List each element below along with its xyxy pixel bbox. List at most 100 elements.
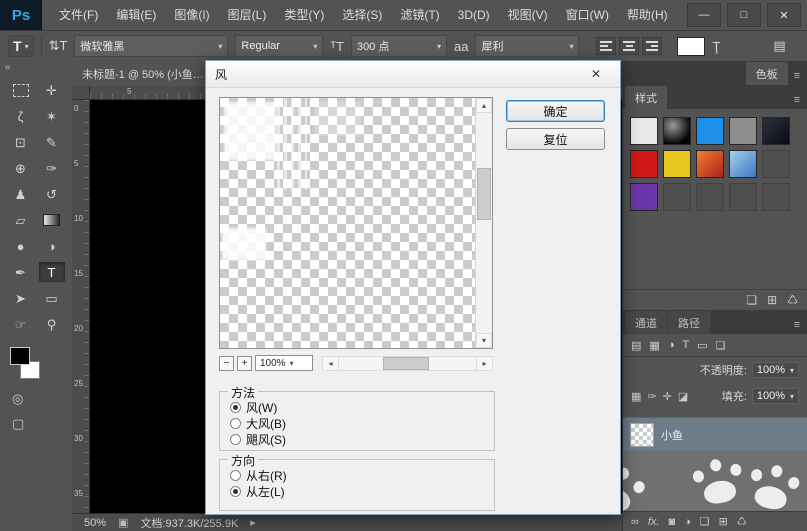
filter-smart-objects-icon[interactable]: ❏: [716, 339, 726, 352]
menu-item[interactable]: 帮助(H): [618, 0, 677, 30]
add-layer-mask-icon[interactable]: ◙: [668, 516, 675, 528]
radio-option[interactable]: 飓风(S): [230, 432, 494, 447]
align-right-icon[interactable]: [642, 37, 662, 55]
zoom-level-select[interactable]: 100% ▾: [255, 355, 313, 371]
menu-item[interactable]: 选择(S): [333, 0, 391, 30]
delete-style-icon[interactable]: ♺: [787, 293, 798, 307]
preview-horizontal-scrollbar[interactable]: ◂ ▸: [322, 356, 493, 371]
dialog-close-icon[interactable]: ✕: [581, 65, 611, 84]
menu-item[interactable]: 文件(F): [50, 0, 107, 30]
minimize-button[interactable]: —: [687, 3, 721, 27]
zoom-level-field[interactable]: 50%: [84, 517, 106, 529]
hand-tool[interactable]: ☞: [8, 314, 34, 334]
scrollbar-thumb[interactable]: [383, 357, 429, 370]
style-swatch[interactable]: [762, 117, 790, 145]
align-left-icon[interactable]: [596, 37, 616, 55]
menu-item[interactable]: 类型(Y): [275, 0, 333, 30]
pen-tool[interactable]: ✒: [8, 262, 34, 282]
lock-image-pixels-icon[interactable]: ✑: [647, 390, 656, 403]
magic-wand-tool[interactable]: ✶: [39, 106, 65, 126]
dodge-tool[interactable]: ◑: [39, 236, 65, 256]
zoom-tool[interactable]: ⚲: [39, 314, 65, 334]
radio-option[interactable]: 从左(L): [230, 484, 494, 499]
reset-button[interactable]: 复位: [506, 128, 605, 150]
menu-item[interactable]: 窗口(W): [557, 0, 618, 30]
text-color-swatch[interactable]: [677, 37, 705, 56]
tab-styles[interactable]: 样式: [625, 86, 667, 109]
lock-all-icon[interactable]: ◪: [678, 390, 688, 403]
font-family-select[interactable]: 微软雅黑 ▾: [74, 35, 228, 57]
style-swatch[interactable]: [729, 183, 757, 211]
style-swatch[interactable]: [663, 183, 691, 211]
style-swatch[interactable]: [762, 150, 790, 178]
filter-kind-icon[interactable]: ▤: [631, 339, 641, 352]
style-swatch[interactable]: [696, 150, 724, 178]
anti-alias-select[interactable]: 犀利 ▾: [475, 35, 579, 57]
scroll-right-icon[interactable]: ▸: [476, 357, 492, 370]
fill-field[interactable]: 100% ▾: [752, 388, 799, 404]
spot-healing-brush-tool[interactable]: ⊕: [8, 158, 34, 178]
screen-mode-icon[interactable]: ▢: [12, 416, 72, 432]
menu-item[interactable]: 滤镜(T): [391, 0, 448, 30]
preview-vertical-scrollbar[interactable]: ▴ ▾: [475, 98, 492, 348]
horizontal-type-tool[interactable]: T: [39, 262, 65, 282]
radio-option[interactable]: 从右(R): [230, 468, 494, 483]
style-swatch[interactable]: [663, 117, 691, 145]
style-swatch[interactable]: [630, 183, 658, 211]
menu-item[interactable]: 视图(V): [499, 0, 557, 30]
scrollbar-thumb[interactable]: [477, 168, 491, 220]
panel-menu-icon[interactable]: ≡: [789, 94, 805, 109]
link-layers-icon[interactable]: ∞: [631, 516, 639, 528]
delete-layer-icon[interactable]: ♺: [737, 515, 747, 528]
font-size-select[interactable]: 300 点 ▾: [351, 35, 447, 57]
preview-canvas[interactable]: [220, 98, 475, 348]
collapse-toolbar-icon[interactable]: «: [0, 61, 72, 77]
layer-name[interactable]: 小鱼: [661, 427, 683, 443]
path-selection-tool[interactable]: ➤: [8, 288, 34, 308]
style-swatch[interactable]: [663, 150, 691, 178]
zoom-in-button[interactable]: +: [237, 356, 252, 371]
layer-thumbnail[interactable]: [630, 423, 654, 447]
zoom-out-button[interactable]: −: [219, 356, 234, 371]
new-adjustment-layer-icon[interactable]: ◑: [684, 516, 691, 528]
tab-channels[interactable]: 通道: [625, 311, 667, 334]
filter-adjustment-layers-icon[interactable]: ◑: [668, 339, 675, 351]
style-swatch[interactable]: [696, 117, 724, 145]
layer-style-icon[interactable]: fx.: [648, 516, 660, 528]
ok-button[interactable]: 确定: [506, 100, 605, 122]
warp-text-icon[interactable]: Ţ: [712, 39, 720, 54]
clone-stamp-tool[interactable]: ♟: [8, 184, 34, 204]
new-layer-icon[interactable]: ⊞: [719, 515, 728, 528]
tool-preset-picker[interactable]: T ▾: [8, 35, 34, 57]
lock-transparent-pixels-icon[interactable]: ▦: [631, 390, 641, 403]
panel-menu-icon[interactable]: ≡: [789, 70, 805, 85]
opacity-field[interactable]: 100% ▾: [752, 362, 799, 378]
style-swatch[interactable]: [729, 150, 757, 178]
menu-item[interactable]: 图像(I): [165, 0, 218, 30]
style-swatch[interactable]: [630, 150, 658, 178]
scroll-left-icon[interactable]: ◂: [323, 357, 339, 370]
document-tab[interactable]: 未标题-1 @ 50% (小鱼…: [72, 61, 215, 86]
scrollbar-track[interactable]: [339, 357, 476, 370]
radio-option[interactable]: 风(W): [230, 400, 494, 415]
style-swatch[interactable]: [762, 183, 790, 211]
tab-swatches[interactable]: 色板: [746, 62, 788, 85]
status-flyout-icon[interactable]: ▸: [250, 516, 256, 529]
maximize-button[interactable]: □: [727, 3, 761, 27]
new-group-icon[interactable]: ❏: [700, 515, 710, 528]
layer-large-thumbnail[interactable]: [623, 451, 807, 511]
tab-paths[interactable]: 路径: [668, 311, 710, 334]
scroll-up-icon[interactable]: ▴: [476, 98, 492, 113]
align-center-icon[interactable]: [619, 37, 639, 55]
filter-type-layers-icon[interactable]: T: [682, 339, 689, 351]
style-swatch[interactable]: [696, 183, 724, 211]
toggle-panels-icon[interactable]: ▤: [773, 38, 785, 54]
style-swatch[interactable]: [630, 117, 658, 145]
style-swatch[interactable]: [729, 117, 757, 145]
move-tool[interactable]: ✛: [39, 80, 65, 100]
foreground-color-swatch[interactable]: [10, 347, 30, 365]
scrollbar-track[interactable]: [476, 113, 492, 333]
dialog-titlebar[interactable]: 风 ✕: [206, 61, 620, 88]
text-orientation-icon[interactable]: ⇅T: [49, 38, 68, 54]
panel-menu-icon[interactable]: ≡: [789, 319, 805, 334]
